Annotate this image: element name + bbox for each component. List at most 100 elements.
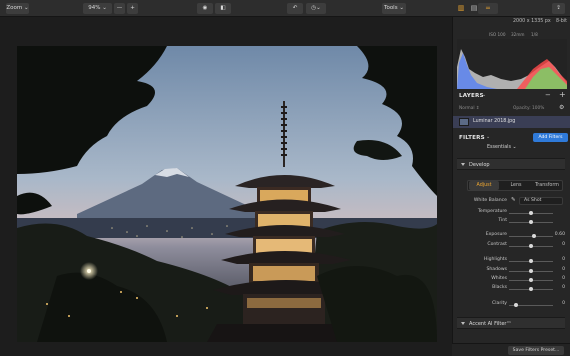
eyedropper-icon[interactable]: ✎ (511, 197, 516, 203)
slider-row-temperature: Temperature (457, 209, 565, 217)
tab-lens[interactable]: Lens (501, 181, 531, 190)
tab-transform[interactable]: Transform (532, 181, 562, 190)
filters-title[interactable]: FILTERS (459, 135, 485, 141)
slider-row-whites: Whites 0 (457, 276, 565, 284)
tools-dropdown[interactable]: Tools ⌄ (382, 3, 406, 14)
zoom-dropdown[interactable]: Zoom ⌄ (6, 3, 29, 14)
white-balance-select[interactable]: As Shot (519, 197, 563, 205)
slider-label: Exposure (485, 232, 507, 237)
slider-knob[interactable] (529, 243, 533, 248)
add-filters-button[interactable]: Add Filters (533, 133, 568, 142)
filters-panel-toggle[interactable]: ⚌ (478, 3, 498, 14)
slider-knob[interactable] (529, 286, 533, 291)
slider-knob[interactable] (529, 277, 533, 282)
slider-label: Whites (491, 276, 507, 281)
zoom-value: 94% (88, 5, 101, 11)
slider-value: 0 (562, 301, 565, 306)
develop-tabs: Adjust Lens Transform (467, 180, 563, 191)
slider-knob[interactable] (529, 219, 533, 224)
add-layer-icon[interactable]: + (559, 90, 566, 99)
tab-adjust[interactable]: Adjust (469, 181, 499, 190)
layer-row[interactable]: Luminar 2018.jpg (453, 116, 570, 128)
white-balance-value: As Shot (524, 198, 542, 203)
chevron-down-icon: ⌄ (24, 5, 29, 11)
luminar-app-window: Zoom ⌄ 94% ⌄ — + ◉ ◧ ↶ ◷⌄ Tools ⌄ ▥ ▤ ⚌ … (0, 0, 570, 356)
zoom-out-button[interactable]: — (114, 3, 125, 14)
develop-filter-header[interactable]: Develop (457, 158, 565, 170)
slider-label: Temperature (477, 209, 507, 214)
slider-row-highlights: Highlights 0 (457, 257, 565, 265)
sliders-icon: ⚌ (485, 5, 491, 11)
slider-value: 0 (562, 276, 565, 281)
layers-title[interactable]: LAYERS (459, 93, 484, 99)
slider-value: 0 (562, 267, 565, 272)
slider-knob[interactable] (529, 210, 533, 215)
eye-icon: ◉ (202, 5, 208, 11)
slider-knob[interactable] (531, 233, 536, 238)
collapse-triangle-icon (461, 163, 465, 166)
accent-ai-filter-header[interactable]: Accent AI Filter™ (457, 317, 565, 329)
chevron-down-icon: ⌄ (102, 5, 107, 11)
tools-label: Tools (384, 5, 398, 11)
share-button[interactable]: ⇪ (552, 3, 565, 14)
slider-label: Blacks (492, 285, 507, 290)
white-balance-label: White Balance (473, 198, 507, 203)
top-toolbar: Zoom ⌄ 94% ⌄ — + ◉ ◧ ↶ ◷⌄ Tools ⌄ ▥ ▤ ⚌ … (0, 0, 570, 17)
opacity-value: Opacity: 100% (513, 106, 545, 111)
slider-value: 0 (562, 242, 565, 247)
zoom-label: Zoom (6, 5, 23, 11)
focal-length: 32mm (511, 32, 525, 37)
undo-icon: ↶ (292, 5, 298, 11)
sidebar-footer: Save Filters Preset... (452, 343, 570, 356)
clock-icon: ◷⌄ (311, 5, 321, 11)
slider-label: Shadows (486, 267, 507, 272)
zoom-level-dropdown[interactable]: 94% ⌄ (83, 3, 112, 14)
slider-row-tint: Tint (457, 218, 565, 226)
develop-title: Develop (469, 162, 490, 168)
slider-value: 0.60 (554, 232, 565, 237)
remove-layer-icon[interactable]: − (545, 91, 551, 99)
slider-value: 0 (562, 257, 565, 262)
zoom-in-button[interactable]: + (127, 3, 138, 14)
opacity-control[interactable]: Opacity: 100% (513, 106, 544, 111)
slider-row-exposure: Exposure 0.60 (457, 232, 565, 240)
slider-label: Contrast (487, 242, 507, 247)
layer-name: Luminar 2018.jpg (473, 119, 516, 124)
preset-group-label: Essentials (487, 145, 512, 150)
chevron-down-icon: ⌄ (486, 134, 491, 140)
compare-icon: ◧ (220, 5, 226, 11)
pagoda-photo-image (17, 46, 437, 342)
bit-depth: 8-bit (556, 19, 568, 24)
save-filters-preset-button[interactable]: Save Filters Preset... (508, 346, 564, 355)
preset-group-dropdown[interactable]: Essentials ⌄ (487, 145, 517, 150)
layers-header: LAYERS ⌄ − + (453, 90, 570, 104)
slider-value: 0 (562, 285, 565, 290)
collapse-triangle-icon (461, 322, 465, 325)
slider-label: Highlights (483, 257, 507, 262)
chevron-down-icon: ⌄ (399, 5, 404, 11)
history-button[interactable]: ◷⌄ (306, 3, 326, 14)
undo-button[interactable]: ↶ (287, 3, 303, 14)
aperture-value: 1/8 (531, 32, 538, 37)
image-dimensions: 2000 x 1335 px (513, 19, 551, 24)
white-balance-row: White Balance ✎ As Shot (457, 197, 565, 206)
chevron-down-icon: ⌄ (482, 92, 487, 98)
photo[interactable] (17, 46, 437, 342)
blend-mode-select[interactable]: Normal ⇕ (459, 106, 480, 111)
slider-row-contrast: Contrast 0 (457, 242, 565, 250)
image-canvas[interactable] (0, 17, 452, 356)
histogram-toggle-icon[interactable]: ▥ (456, 3, 466, 14)
compare-button[interactable]: ◧ (215, 3, 231, 14)
slider-row-clarity: Clarity 0 (457, 301, 565, 309)
preview-eye-button[interactable]: ◉ (197, 3, 213, 14)
slider-label: Tint (498, 218, 507, 223)
slider-knob[interactable] (529, 268, 533, 273)
histogram-chart (457, 39, 567, 89)
slider-row-blacks: Blacks 0 (457, 285, 565, 293)
slider-knob[interactable] (513, 302, 518, 307)
slider-knob[interactable] (529, 258, 533, 263)
accent-ai-title: Accent AI Filter™ (469, 321, 512, 327)
layer-settings-gear-icon[interactable]: ⚙ (559, 104, 564, 111)
layer-thumbnail (459, 118, 469, 126)
blend-mode-value: Normal (459, 106, 475, 111)
